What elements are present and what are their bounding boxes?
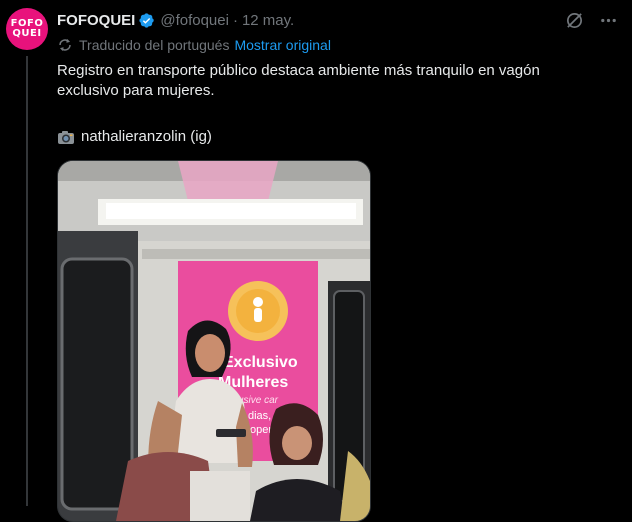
verified-badge-icon[interactable] (138, 12, 155, 29)
translate-icon (57, 37, 73, 53)
tweet-text-line: exclusivo para mujeres. (57, 82, 215, 99)
grok-icon[interactable] (564, 10, 584, 30)
tweet-text-line: Registro en transporte público destaca a… (57, 62, 540, 79)
avatar-logo: FOFO QUEI (11, 19, 44, 39)
more-icon[interactable] (598, 10, 618, 30)
thread-line (26, 56, 28, 506)
camera-icon (57, 129, 75, 145)
separator-dot: · (232, 11, 238, 29)
tweet-date[interactable]: 12 may. (242, 12, 294, 29)
tweet-actions-top (564, 10, 618, 30)
translation-note: Traducido del portugués Mostrar original (57, 37, 331, 53)
avatar[interactable]: FOFO QUEI (6, 8, 48, 50)
sign-text: Exclusivo (223, 354, 298, 371)
sign-text: dias, (248, 410, 271, 422)
photo-credit: nathalieranzolin (ig) (57, 127, 212, 147)
tweet: FOFO QUEI FOFOQUEI @fofoquei · 12 may. T… (0, 0, 632, 522)
display-name[interactable]: FOFOQUEI (57, 12, 135, 29)
show-original-link[interactable]: Mostrar original (234, 37, 330, 53)
tweet-media[interactable]: Exclusivo Mulheres usive car dias, opera… (57, 160, 371, 522)
translation-label: Traducido del portugués (79, 37, 230, 53)
subway-photo: Exclusivo Mulheres usive car dias, opera… (58, 161, 370, 521)
tweet-text: Registro en transporte público destaca a… (57, 61, 617, 101)
avatar-text-bottom: QUEI (12, 28, 42, 39)
handle[interactable]: @fofoquei (160, 12, 229, 29)
tweet-header: FOFOQUEI @fofoquei · 12 may. (57, 10, 294, 30)
credit-text: nathalieranzolin (ig) (81, 128, 212, 145)
